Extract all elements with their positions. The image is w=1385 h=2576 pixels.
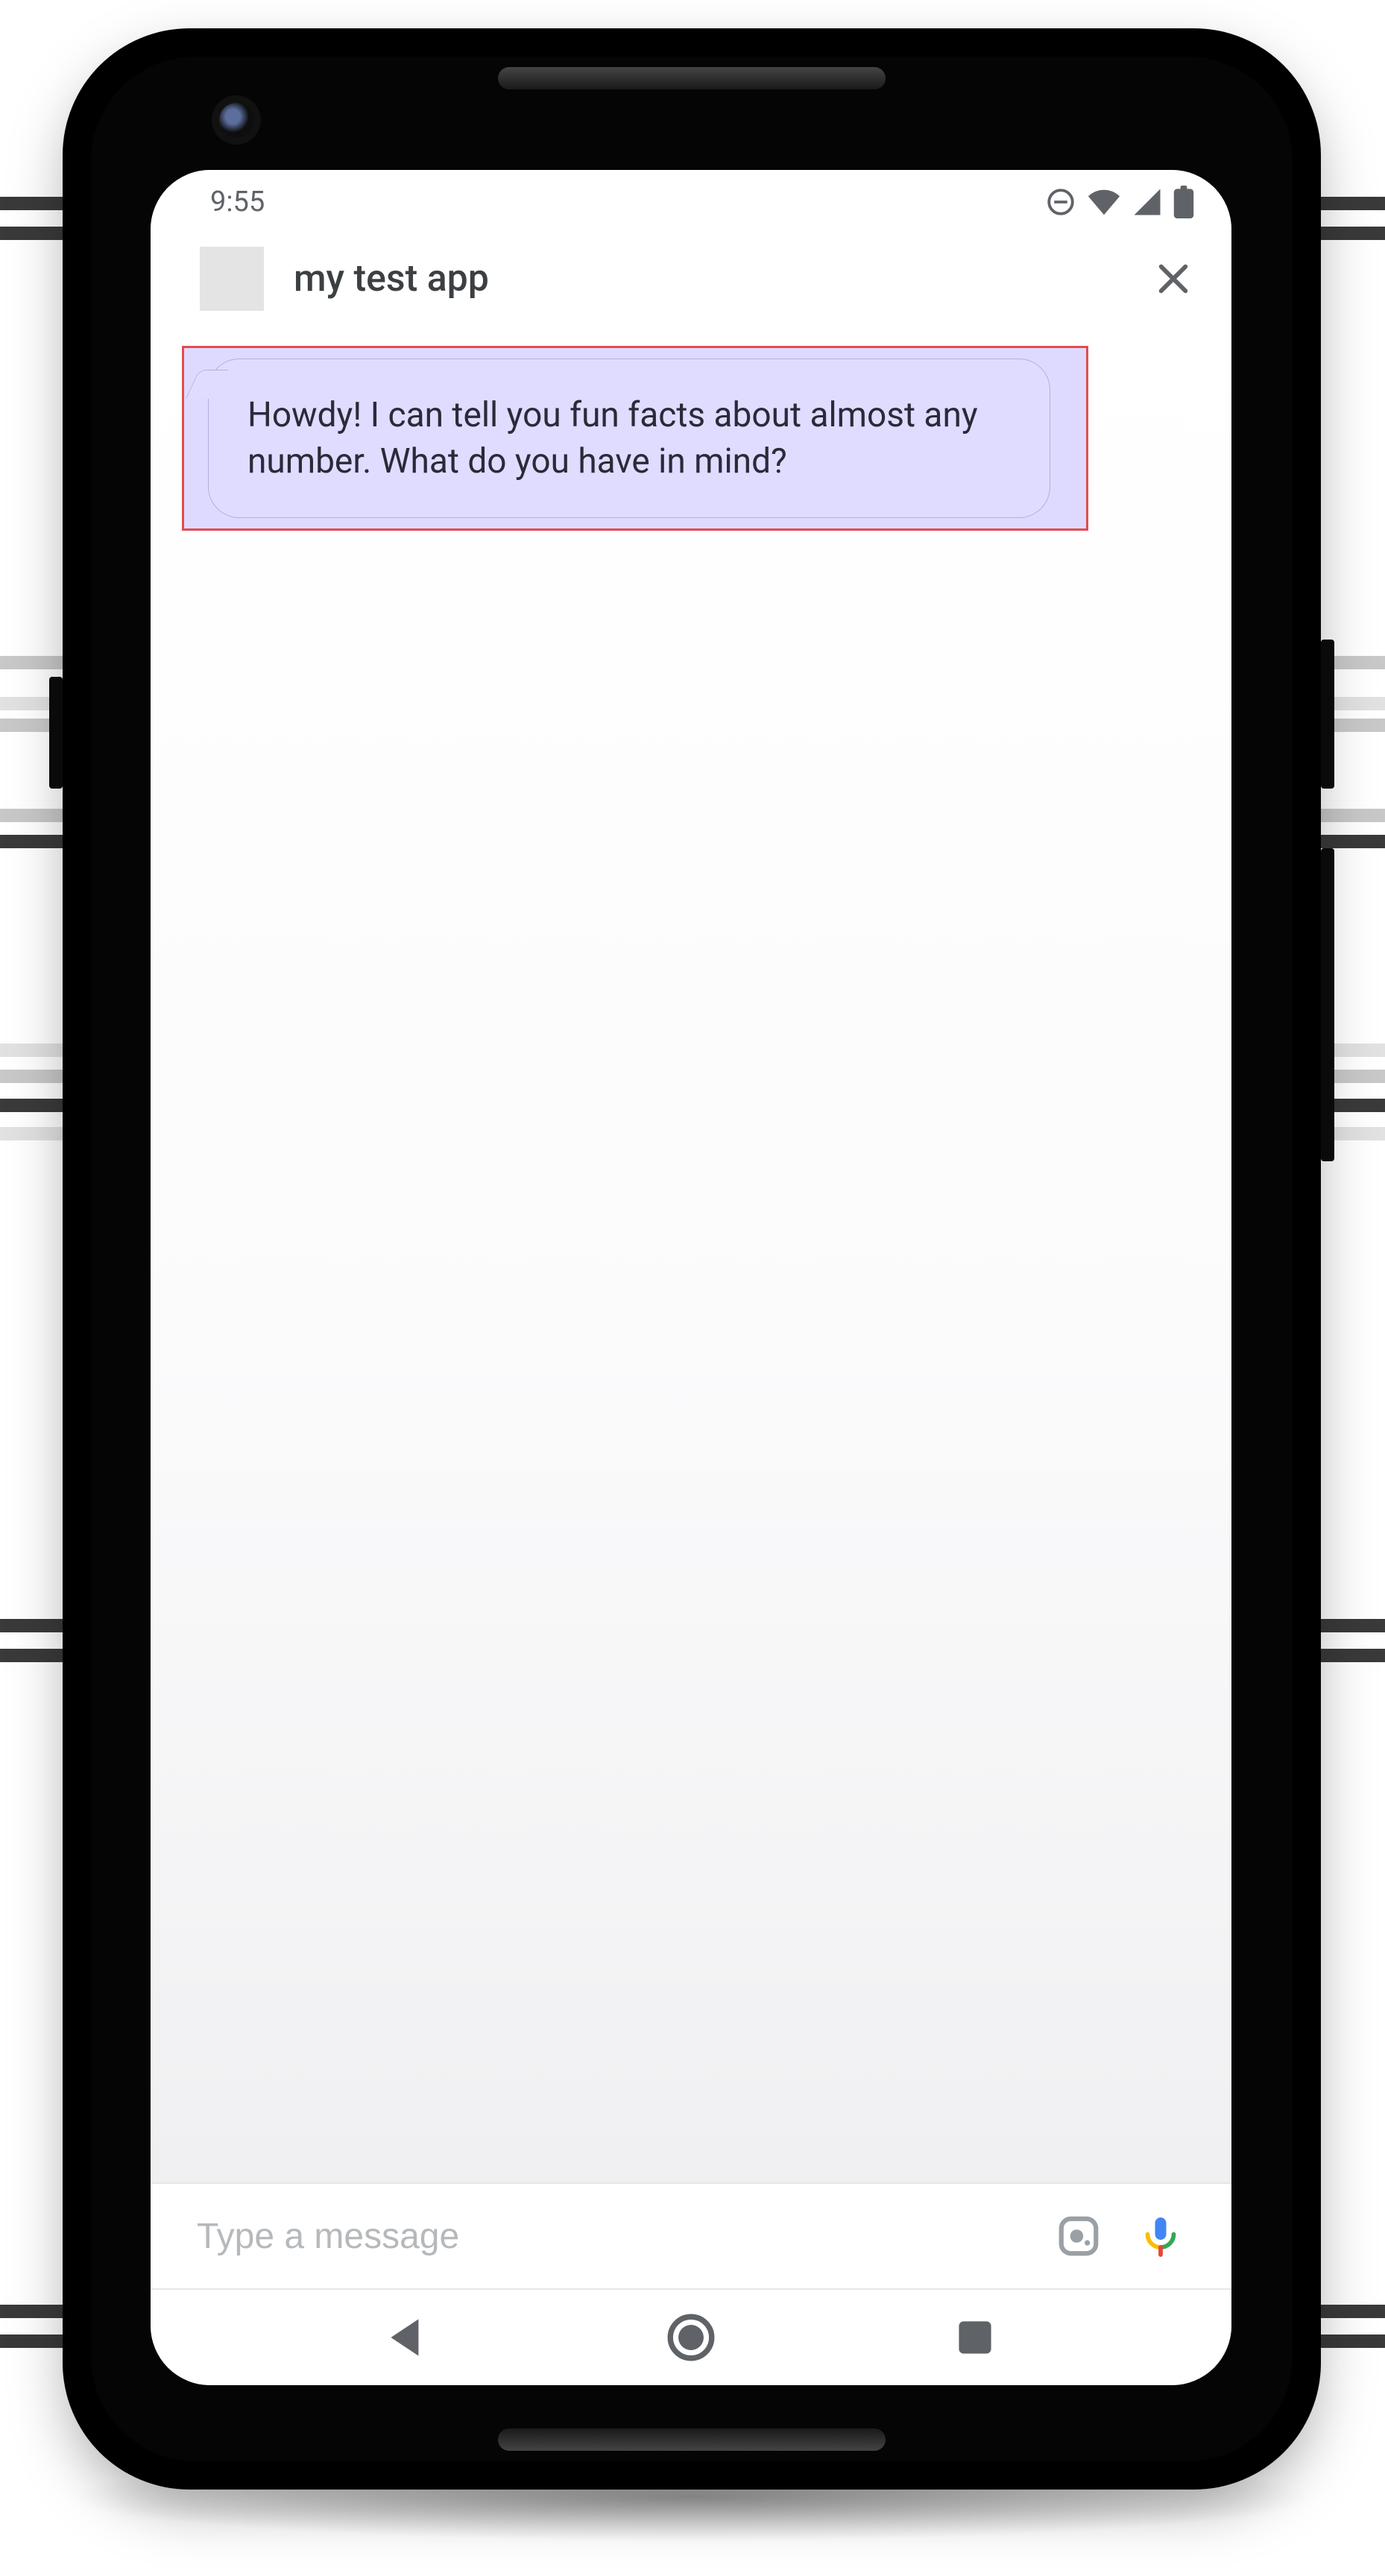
nav-back-button[interactable]: [379, 2310, 435, 2365]
wifi-icon: [1087, 185, 1121, 219]
nav-back-icon: [379, 2310, 435, 2365]
close-button[interactable]: [1152, 258, 1194, 300]
close-icon: [1152, 258, 1194, 300]
nav-recent-button[interactable]: [947, 2310, 1003, 2365]
nav-home-button[interactable]: [663, 2310, 719, 2365]
battery-icon: [1173, 186, 1194, 218]
highlighted-region: Howdy! I can tell you fun facts about al…: [182, 346, 1088, 531]
earpiece-grill: [498, 67, 886, 89]
status-bar: 9:55: [151, 170, 1231, 234]
app-header: my test app: [151, 234, 1231, 323]
speaker-grill: [498, 2428, 886, 2451]
lens-button[interactable]: [1053, 2210, 1105, 2262]
android-nav-bar: [151, 2288, 1231, 2385]
app-logo: [200, 247, 264, 311]
bot-message-bubble: Howdy! I can tell you fun facts about al…: [208, 359, 1050, 518]
conversation-area[interactable]: Howdy! I can tell you fun facts about al…: [151, 323, 1231, 2182]
bot-message-text: Howdy! I can tell you fun facts about al…: [247, 395, 978, 482]
lens-icon: [1056, 2213, 1102, 2259]
cellular-icon: [1132, 186, 1163, 218]
nav-home-icon: [663, 2310, 719, 2365]
mic-button[interactable]: [1135, 2210, 1187, 2262]
app-title: my test app: [294, 257, 1123, 300]
input-bar: [151, 2182, 1231, 2288]
silence-switch: [49, 677, 63, 789]
power-button: [1321, 640, 1334, 789]
volume-button: [1321, 848, 1334, 1161]
dnd-icon: [1045, 186, 1076, 218]
phone-frame: 9:55 my test app: [63, 28, 1321, 2490]
nav-recent-icon: [947, 2310, 1003, 2365]
status-time: 9:55: [210, 186, 265, 218]
mic-icon: [1138, 2214, 1183, 2258]
message-input[interactable]: [195, 2183, 1023, 2289]
front-camera: [219, 103, 253, 137]
screen: 9:55 my test app: [151, 170, 1231, 2385]
